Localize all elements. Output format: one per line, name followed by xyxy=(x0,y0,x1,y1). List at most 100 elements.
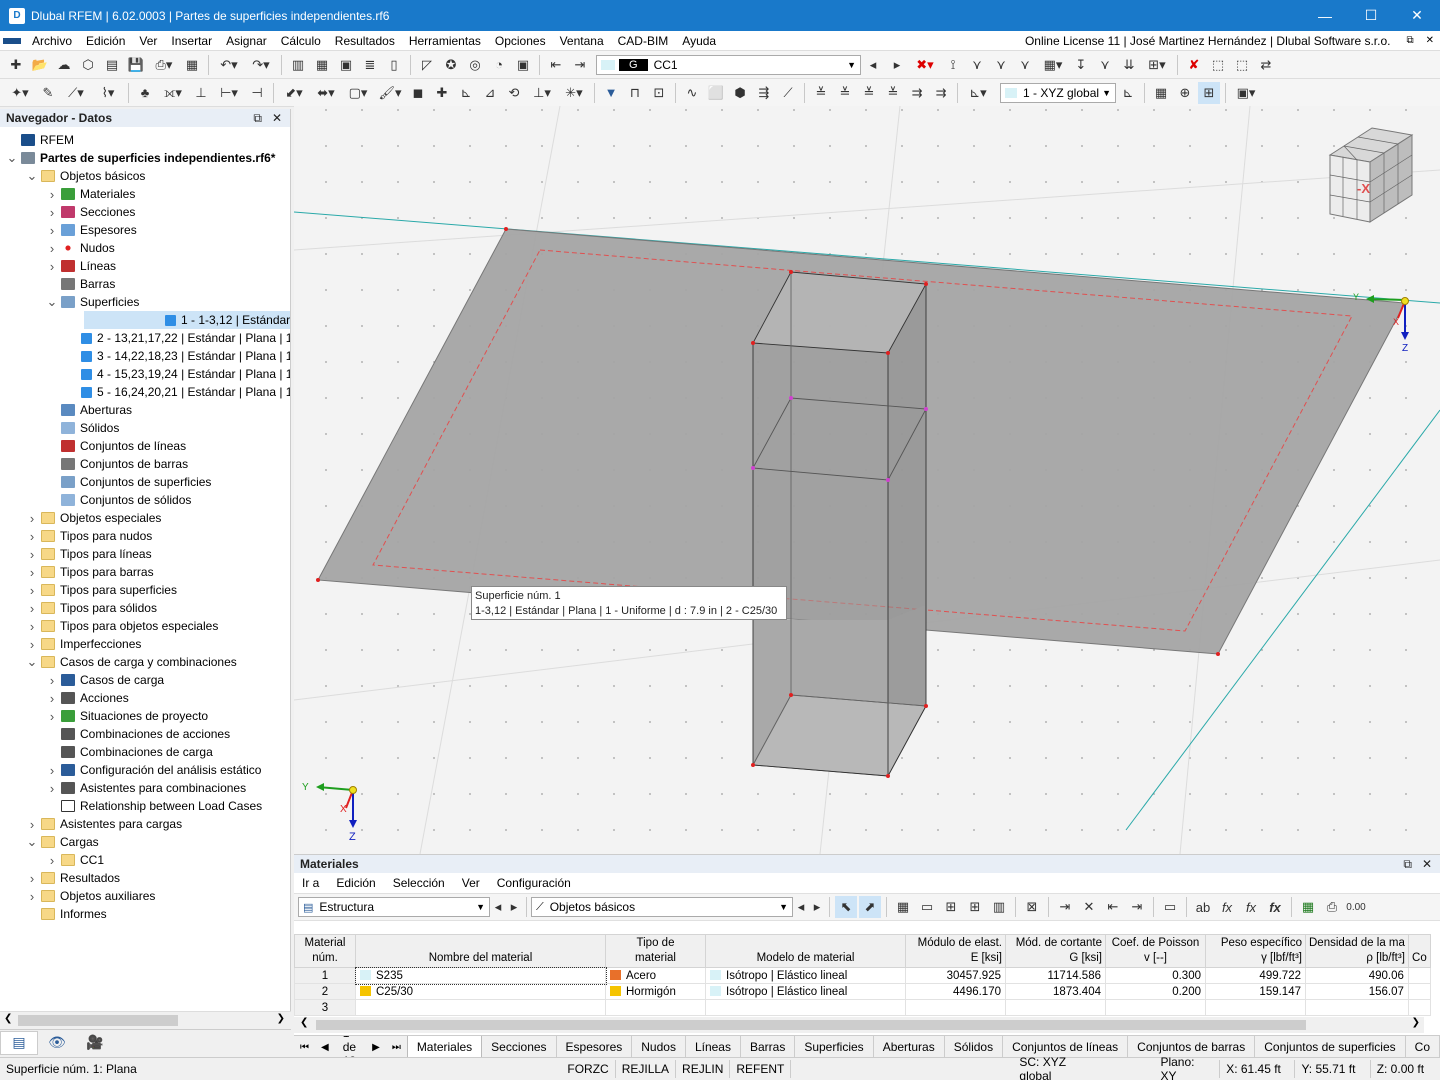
chevron-right-icon[interactable]: › xyxy=(46,853,58,868)
cloud-icon[interactable]: ☁ xyxy=(53,54,75,76)
chevron-down-icon[interactable]: ⌄ xyxy=(6,150,18,166)
table-cell[interactable] xyxy=(1205,999,1306,1016)
nav-tree-item[interactable]: › Acciones xyxy=(0,689,290,707)
cube-icon[interactable]: ⬚ xyxy=(1207,54,1229,76)
table-cell[interactable] xyxy=(355,999,606,1016)
table-cell[interactable] xyxy=(1105,999,1206,1016)
nav-tree-item[interactable]: Barras xyxy=(0,275,290,293)
scroll-right-icon[interactable]: ❯ xyxy=(277,1013,285,1024)
table-cell[interactable]: 159.147 xyxy=(1205,983,1306,1000)
table-cell[interactable]: S235 xyxy=(354,966,607,985)
snap-refent[interactable]: REFENT xyxy=(730,1060,792,1078)
move-icon[interactable]: ⬌▾ xyxy=(311,82,341,104)
print-preview-icon[interactable]: ▤ xyxy=(101,54,123,76)
table-cell[interactable] xyxy=(1407,967,1431,984)
nav-tree-item[interactable]: › Materiales xyxy=(0,185,290,203)
align-2-icon[interactable]: ≚ xyxy=(834,82,856,104)
snap-icon[interactable]: ⊕ xyxy=(1174,82,1196,104)
col-material-name[interactable]: Nombre del material xyxy=(355,934,606,968)
imposed-load-icon[interactable]: ⋎ xyxy=(1094,54,1116,76)
table-add-icon[interactable]: ⊞ xyxy=(940,896,962,918)
filter-next-icon[interactable]: ▸ xyxy=(507,896,521,918)
nav-tree-item[interactable]: › Asistentes para combinaciones xyxy=(0,779,290,797)
coord-system-combo[interactable]: 1 - XYZ global ▼ xyxy=(1000,82,1116,103)
table-filter-objects[interactable]: ⟋ Objetos básicos ▼ xyxy=(531,897,793,917)
delete-loads-icon[interactable]: ✖▾ xyxy=(910,54,940,76)
snap-rejlin[interactable]: REJLIN xyxy=(676,1060,731,1078)
sheet-tab[interactable]: Aberturas xyxy=(874,1036,945,1058)
chevron-down-icon[interactable]: ⌄ xyxy=(26,654,38,670)
chevron-right-icon[interactable]: › xyxy=(46,691,58,706)
print-table-icon[interactable]: ⎙ xyxy=(1321,896,1343,918)
nav-tree-item[interactable]: › Secciones xyxy=(0,203,290,221)
col-elastic-modulus[interactable]: Módulo de elast. E [ksi] xyxy=(905,934,1006,968)
table-cell[interactable]: 1 xyxy=(294,967,356,984)
col-material-model[interactable]: Modelo de material xyxy=(705,934,906,968)
chevron-right-icon[interactable]: › xyxy=(26,817,38,832)
nav-tree-item[interactable]: 2 - 13,21,17,22 | Estándar | Plana | 1 - xyxy=(0,329,290,347)
measure-icon[interactable]: ⊿ xyxy=(479,82,501,104)
chevron-right-icon[interactable]: › xyxy=(46,781,58,796)
restore-icon[interactable]: ⧉ xyxy=(253,111,262,126)
snap-forzc[interactable]: FORZC xyxy=(561,1060,616,1078)
nav-tree-item[interactable]: Conjuntos de barras xyxy=(0,455,290,473)
tab-views-icon[interactable]: 🎥 xyxy=(76,1031,114,1055)
scroll-left-icon[interactable]: ❮ xyxy=(300,1017,308,1028)
nav-tree-item[interactable]: Conjuntos de superficies xyxy=(0,473,290,491)
select-comment-icon[interactable]: ◔ xyxy=(488,54,510,76)
nav-tree-item[interactable]: › Situaciones de proyecto xyxy=(0,707,290,725)
table-split-icon[interactable]: ⇤ xyxy=(1102,896,1124,918)
sheet-tab[interactable]: Barras xyxy=(741,1036,796,1058)
table-insert-icon[interactable]: ▭ xyxy=(916,896,938,918)
nav-tree-item[interactable]: › Líneas xyxy=(0,257,290,275)
sheet-tab[interactable]: Materiales xyxy=(406,1036,483,1058)
arrows-icon[interactable]: ⇶ xyxy=(753,82,775,104)
nav-tree-item[interactable]: › Tipos para líneas xyxy=(0,545,290,563)
app-menu-icon[interactable] xyxy=(3,34,21,47)
sheet-tab[interactable]: Superficies xyxy=(795,1036,874,1058)
load-wizard-icon[interactable]: ⇊ xyxy=(1118,54,1140,76)
menu-assign[interactable]: Asignar xyxy=(219,31,274,51)
print-icon[interactable]: ⎙▾ xyxy=(149,54,179,76)
close-icon[interactable]: ✕ xyxy=(1422,857,1432,872)
table-cell[interactable]: Isótropo | Elástico lineal xyxy=(705,983,906,1000)
text-format-icon[interactable]: ab xyxy=(1192,896,1214,918)
first-page-icon[interactable]: ⏮ xyxy=(294,1042,315,1053)
console-icon[interactable]: ▣ xyxy=(335,54,357,76)
table-menu-edit[interactable]: Edición xyxy=(336,876,375,890)
nav-tree-item[interactable]: › Casos de carga xyxy=(0,671,290,689)
nav-tree-item[interactable]: › Espesores xyxy=(0,221,290,239)
line-load-icon[interactable]: ⋎ xyxy=(966,54,988,76)
table-clear-icon[interactable]: ✕ xyxy=(1078,896,1100,918)
table-cell[interactable]: 490.06 xyxy=(1305,967,1409,984)
close-button[interactable]: ✕ xyxy=(1394,0,1440,31)
nav-tree-item[interactable]: ⌄ Objetos básicos xyxy=(0,167,290,185)
formula-icon[interactable]: fx xyxy=(1216,896,1238,918)
table-filter-structure[interactable]: ▤ Estructura ▼ xyxy=(298,897,490,917)
tab-display-icon[interactable]: 👁 xyxy=(38,1031,76,1055)
solid-box-icon[interactable]: ◼ xyxy=(407,82,429,104)
new-file-icon[interactable]: ✚ xyxy=(5,54,27,76)
align-6-icon[interactable]: ⇉ xyxy=(930,82,952,104)
col-more[interactable]: Co xyxy=(1407,934,1431,968)
decimal-icon[interactable]: 0.00 xyxy=(1345,896,1367,918)
sheet-tab[interactable]: Sólidos xyxy=(945,1036,1004,1058)
table-layout-icon[interactable]: ▭ xyxy=(1159,896,1181,918)
nav-tree-item[interactable]: ⌄ Superficies xyxy=(0,293,290,311)
table-menu-goto[interactable]: Ir a xyxy=(302,876,319,890)
node-support-icon[interactable]: ⊥ xyxy=(190,82,212,104)
nav-tree-item[interactable]: › CC1 xyxy=(0,851,290,869)
menu-window[interactable]: Ventana xyxy=(553,31,611,51)
nav-tree-item[interactable]: › Nudos xyxy=(0,239,290,257)
scroll-thumb[interactable] xyxy=(316,1020,1306,1030)
select-polygon-icon[interactable]: ◸ xyxy=(416,54,438,76)
open-file-icon[interactable]: 📂 xyxy=(29,54,51,76)
table-add2-icon[interactable]: ⊞ xyxy=(964,896,986,918)
chevron-right-icon[interactable]: › xyxy=(26,637,38,652)
prev-page-icon[interactable]: ◀ xyxy=(315,1042,335,1053)
chevron-down-icon[interactable]: ⌄ xyxy=(26,168,38,184)
nav-tree-item[interactable]: Informes xyxy=(0,905,290,923)
workplane-icon[interactable]: ⊾▾ xyxy=(963,82,993,104)
nav-tree-item[interactable]: Conjuntos de líneas xyxy=(0,437,290,455)
last-page-icon[interactable]: ⏭ xyxy=(386,1042,407,1053)
